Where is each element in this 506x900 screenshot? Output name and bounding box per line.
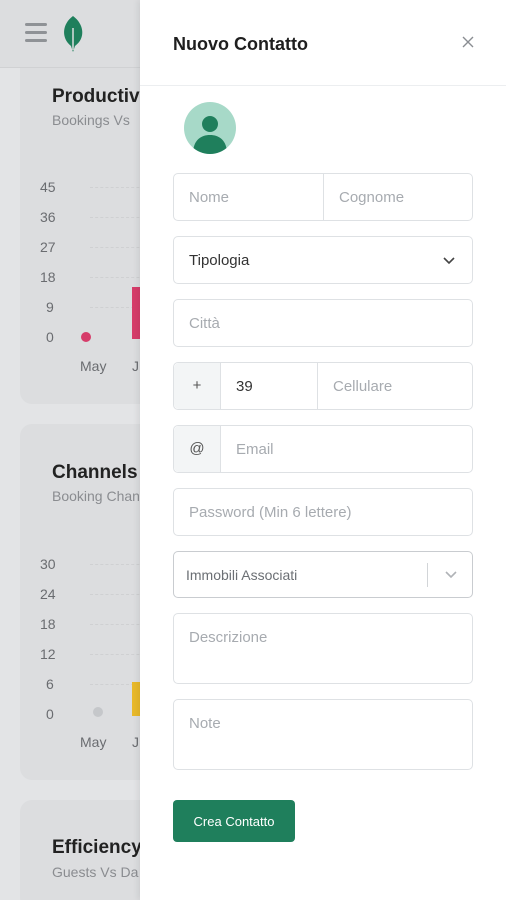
drawer-header: Nuovo Contatto [140, 0, 506, 86]
user-icon [193, 116, 227, 154]
divider [317, 363, 318, 409]
phone-group: + 39 Cellulare [173, 362, 473, 410]
bar [132, 682, 140, 716]
chevron-down-icon [443, 257, 455, 265]
chevron-down-icon[interactable] [444, 568, 458, 582]
select-separator [427, 563, 428, 587]
y-tick: 0 [46, 706, 54, 722]
y-tick: 36 [40, 209, 56, 225]
x-tick: J [132, 734, 139, 750]
phone-code-input[interactable]: 39 [236, 378, 253, 395]
close-icon[interactable] [460, 34, 476, 50]
create-contact-button[interactable]: Crea Contatto [173, 800, 295, 842]
immobili-placeholder: Immobili Associati [186, 567, 298, 583]
bar-dot [93, 707, 103, 717]
citta-input[interactable]: Città [173, 299, 473, 347]
y-tick: 27 [40, 239, 56, 255]
note-textarea[interactable]: Note [173, 699, 473, 770]
divider [323, 174, 324, 220]
name-surname-group: Nome Cognome [173, 173, 473, 221]
y-tick: 24 [40, 586, 56, 602]
x-tick: May [80, 358, 107, 374]
new-contact-drawer: Nuovo Contatto Nome Cognome Tipologia Ci… [140, 0, 506, 900]
at-icon: @ [189, 440, 205, 457]
email-prefix-addon: @ [174, 426, 221, 472]
tipologia-value: Tipologia [189, 252, 250, 269]
y-tick: 9 [46, 299, 54, 315]
card-title: Productiv [52, 86, 140, 107]
card-title: Efficiency [52, 837, 142, 858]
phone-prefix-addon: + [174, 363, 221, 409]
immobili-select[interactable]: Immobili Associati [173, 551, 473, 598]
x-tick: May [80, 734, 107, 750]
phone-prefix: + [192, 377, 202, 394]
password-placeholder: Password (Min 6 lettere) [189, 504, 352, 521]
email-group: @ Email [173, 425, 473, 473]
drawer-title: Nuovo Contatto [173, 34, 308, 54]
bar [132, 287, 140, 339]
descrizione-placeholder: Descrizione [189, 629, 268, 646]
note-placeholder: Note [189, 715, 221, 732]
y-tick: 18 [40, 616, 56, 632]
nome-input[interactable]: Nome [189, 189, 229, 206]
cellulare-input[interactable]: Cellulare [333, 378, 392, 395]
y-tick: 45 [40, 179, 56, 195]
leaf-logo-icon [64, 16, 83, 52]
y-tick: 12 [40, 646, 56, 662]
y-tick: 6 [46, 676, 54, 692]
y-tick: 0 [46, 329, 54, 345]
email-input[interactable]: Email [236, 441, 274, 458]
citta-placeholder: Città [189, 315, 220, 332]
card-subtitle: Booking Chan [52, 488, 140, 504]
y-tick: 18 [40, 269, 56, 285]
cognome-input[interactable]: Cognome [339, 189, 404, 206]
password-input[interactable]: Password (Min 6 lettere) [173, 488, 473, 536]
bar-dot [81, 332, 91, 342]
card-title: Channels [52, 462, 138, 483]
descrizione-textarea[interactable]: Descrizione [173, 613, 473, 684]
avatar[interactable] [184, 102, 236, 154]
y-tick: 30 [40, 556, 56, 572]
x-tick: J [132, 358, 139, 374]
menu-icon[interactable] [25, 23, 47, 43]
card-subtitle: Guests Vs Da [52, 864, 139, 880]
tipologia-select[interactable]: Tipologia [173, 236, 473, 284]
card-subtitle: Bookings Vs [52, 112, 130, 128]
